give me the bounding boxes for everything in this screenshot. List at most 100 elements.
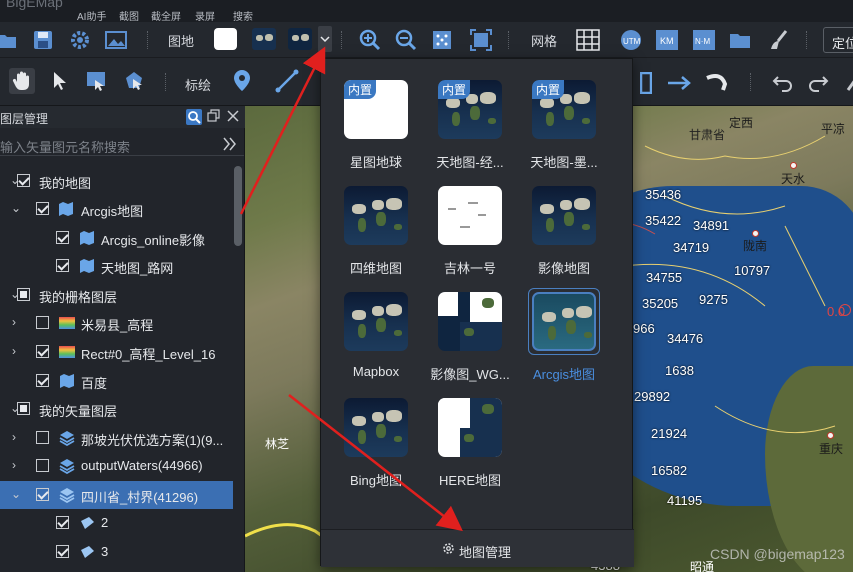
layer-checkbox[interactable] — [36, 431, 49, 444]
layer-checkbox[interactable] — [56, 545, 69, 558]
locate-button[interactable]: 定位 — [823, 27, 853, 53]
layer-checkbox[interactable] — [36, 374, 49, 387]
settings-gear-icon — [442, 542, 455, 555]
layer-checkbox[interactable] — [17, 402, 30, 415]
box-select-icon[interactable] — [83, 68, 109, 94]
tree-item-feature-2[interactable]: 2 — [0, 509, 240, 537]
menu-screen-record[interactable]: 录屏 — [195, 8, 215, 23]
select-arrow-icon[interactable] — [47, 68, 73, 94]
map-value-label: 35436 — [645, 187, 682, 202]
chevron-down-icon[interactable]: ⌄ — [11, 488, 23, 500]
basemap-option-label: 吉林一号 — [443, 261, 496, 276]
map-city-label: 甘肃省 — [689, 128, 726, 142]
basemap-dark-thumb-2[interactable] — [287, 26, 313, 52]
zoom-extent-icon[interactable] — [429, 27, 455, 53]
map-value-label: 34755 — [646, 270, 683, 285]
tree-label: 四川省_村界(41296) — [81, 490, 199, 505]
layer-checkbox[interactable] — [36, 345, 49, 358]
chevron-right-icon[interactable]: › — [12, 316, 24, 328]
basemap-option-label: Arcgis地图 — [532, 367, 596, 382]
km-grid-icon[interactable]: KM — [654, 27, 680, 53]
tree-item-sichuan-village[interactable]: ⌄ 四川省_村界(41296) — [0, 481, 233, 509]
image-icon[interactable] — [103, 27, 129, 53]
search-icon[interactable] — [186, 109, 202, 125]
tree-item-rect-elevation[interactable]: › Rect#0_高程_Level_16 — [0, 338, 240, 366]
layer-checkbox[interactable] — [17, 174, 30, 187]
utm-grid-icon[interactable]: UTM — [618, 27, 644, 53]
basemap-thumbnail — [344, 398, 408, 457]
top-menu-bar: BigEMap AI助手 截图 截全屏 录屏 搜索 — [0, 0, 853, 23]
layer-folder-icon[interactable] — [727, 27, 753, 53]
basemap-dark-thumb[interactable] — [251, 26, 277, 52]
map-value-label: 35205 — [642, 296, 679, 311]
basemap-white-thumb[interactable] — [212, 26, 238, 52]
ruler-icon[interactable] — [840, 70, 853, 96]
chevron-right-icon[interactable]: › — [12, 345, 24, 357]
zoom-in-icon[interactable] — [357, 27, 383, 53]
draw-arrow-icon[interactable] — [666, 70, 692, 96]
open-folder-icon[interactable] — [0, 27, 20, 53]
draw-line-icon[interactable] — [274, 68, 300, 94]
map-value-label: 34719 — [673, 240, 710, 255]
draw-rect-icon[interactable] — [633, 70, 659, 96]
save-icon[interactable] — [30, 27, 56, 53]
basemap-option-label: 天地图-经... — [436, 155, 504, 170]
chevron-right-icon[interactable]: › — [12, 459, 24, 471]
tree-label: Arcgis_online影像 — [101, 233, 206, 248]
basemap-dropdown-chevron-icon[interactable] — [318, 26, 332, 52]
grid-label: 网格 — [531, 34, 558, 49]
layer-checkbox[interactable] — [36, 316, 49, 329]
menu-fullscreen-screenshot[interactable]: 截全屏 — [151, 8, 181, 23]
polygon-select-icon[interactable] — [121, 68, 147, 94]
menu-search[interactable]: 搜索 — [233, 8, 253, 23]
basemap-thumbnail: 内置 — [344, 80, 408, 139]
layer-search-field[interactable]: 输入矢量图元名称搜索 — [0, 132, 244, 156]
layer-checkbox[interactable] — [56, 231, 69, 244]
redo-icon[interactable] — [805, 70, 831, 96]
basemap-option-label: 星图地球 — [349, 155, 402, 170]
tree-item-napo-pv[interactable]: › 那坡光伏优选方案(1)(9... — [0, 424, 240, 452]
toolbar-separator — [750, 73, 752, 91]
zoom-out-icon[interactable] — [393, 27, 419, 53]
settings-gear-icon[interactable] — [67, 27, 93, 53]
collapse-panel-icon[interactable] — [222, 137, 238, 151]
tree-item-miyi-elevation[interactable]: › 米易县_高程 — [0, 309, 240, 337]
basemap-option-label: 影像图_WG... — [430, 367, 510, 382]
tree-item-arcgis-map[interactable]: ⌄ Arcgis地图 — [0, 195, 240, 223]
tree-group-my-vector-layers[interactable]: ⌄ 我的矢量图层 — [0, 395, 240, 423]
layer-checkbox[interactable] — [56, 259, 69, 272]
pan-hand-icon[interactable] — [9, 68, 35, 94]
fullscreen-icon[interactable] — [468, 27, 494, 53]
tree-item-output-waters[interactable]: › outputWaters(44966) — [0, 452, 240, 480]
layer-checkbox[interactable] — [36, 488, 49, 501]
map-target-marker — [839, 304, 851, 316]
layer-checkbox[interactable] — [36, 202, 49, 215]
undo-icon[interactable] — [770, 70, 796, 96]
curved-arrow-icon[interactable] — [705, 70, 731, 96]
nm-grid-icon[interactable]: N·M — [691, 27, 717, 53]
tree-label: 我的矢量图层 — [39, 404, 118, 419]
tree-group-my-raster-layers[interactable]: ⌄ 我的栅格图层 — [0, 281, 240, 309]
float-window-icon[interactable] — [207, 109, 221, 123]
menu-screenshot[interactable]: 截图 — [119, 8, 139, 23]
tree-group-my-maps[interactable]: ⌄ 我的地图 — [0, 167, 240, 195]
layer-panel-scrollbar[interactable] — [234, 166, 242, 246]
layer-checkbox[interactable] — [17, 288, 30, 301]
chevron-right-icon[interactable]: › — [12, 431, 24, 443]
layer-checkbox[interactable] — [36, 459, 49, 472]
tree-item-tianditu-road[interactable]: 天地图_路网 — [0, 252, 240, 280]
layers-stack-icon — [59, 430, 75, 447]
menu-ai-assistant[interactable]: AI助手 — [77, 8, 106, 23]
map-city-dot — [790, 162, 797, 169]
tree-item-feature-3[interactable]: 3 — [0, 538, 240, 566]
map-value-label: 34891 — [693, 218, 730, 233]
map-management-button[interactable]: 地图管理 — [321, 529, 634, 567]
clear-brush-icon[interactable] — [765, 27, 791, 53]
layer-checkbox[interactable] — [56, 516, 69, 529]
tree-item-baidu[interactable]: 百度 — [0, 367, 240, 395]
close-icon[interactable] — [226, 109, 240, 123]
chevron-down-icon[interactable]: ⌄ — [11, 202, 23, 214]
marker-pin-icon[interactable] — [229, 68, 255, 94]
grid-icon[interactable] — [575, 27, 601, 53]
tree-item-arcgis-online-image[interactable]: Arcgis_online影像 — [0, 224, 240, 252]
